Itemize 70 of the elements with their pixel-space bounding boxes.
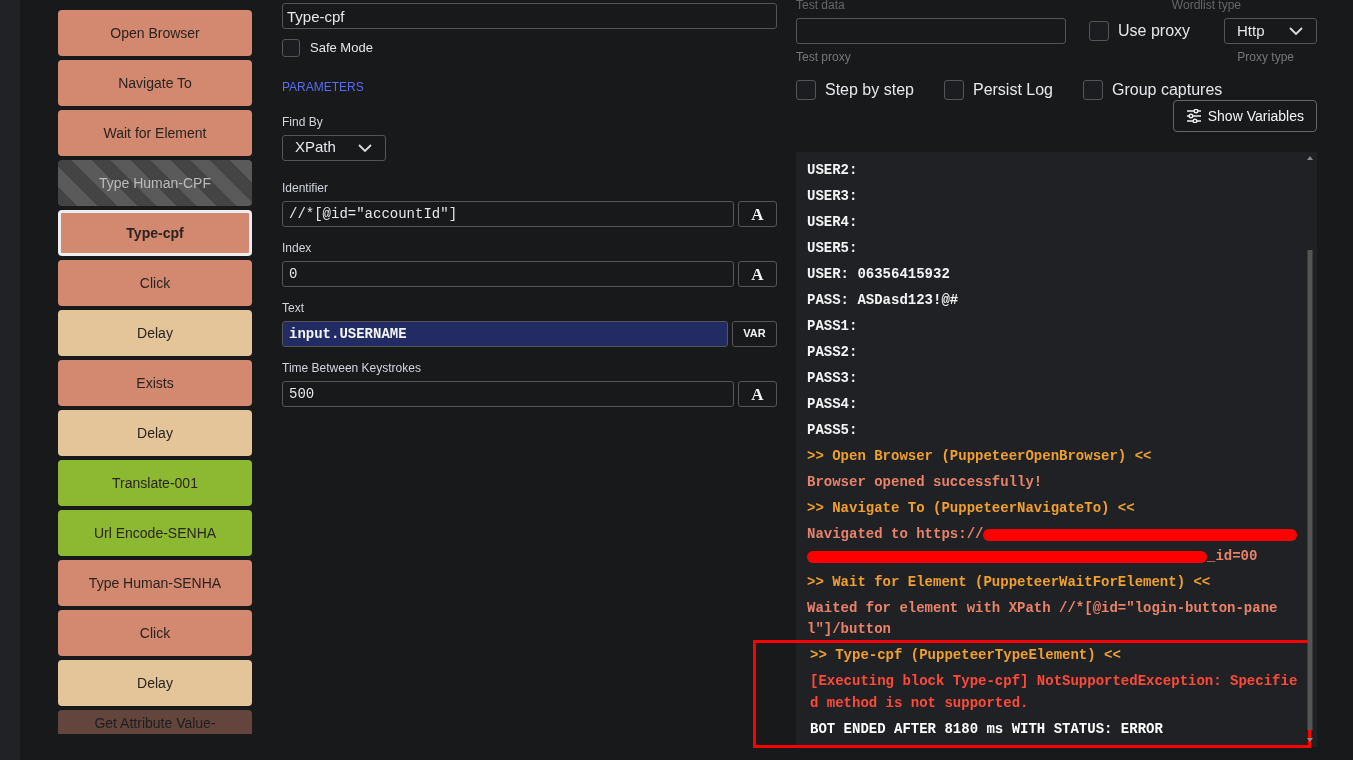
log-line: >> Open Browser (PuppeteerOpenBrowser) << — [807, 447, 1153, 467]
field-label: Identifier — [282, 179, 329, 197]
block-item[interactable]: Navigate To — [58, 60, 252, 106]
mode-toggle-button[interactable]: A — [738, 200, 777, 227]
find-by-dropdown[interactable]: XPath — [282, 134, 386, 161]
log-line: Waited for element with XPath //*[@id="login-button-panel"]/button — [807, 598, 1279, 640]
block-item[interactable]: Type-cpf — [58, 210, 252, 256]
sliders-icon — [1185, 109, 1202, 123]
log-line: PASS: ASDasd123!@# — [807, 291, 960, 311]
log-line: Navigated to https:// — [807, 525, 984, 545]
checkbox-label: Step by step — [825, 80, 914, 100]
test-data-field[interactable] — [796, 18, 1066, 44]
mode-toggle-button[interactable]: A — [738, 380, 777, 407]
block-item[interactable]: Open Browser — [58, 10, 252, 56]
checkbox[interactable] — [1089, 21, 1109, 41]
checkbox[interactable] — [282, 38, 300, 57]
log-line: PASS5: — [807, 421, 859, 441]
field-label: Wordlist type — [1171, 0, 1241, 10]
block-name-field[interactable]: Type-cpf — [282, 3, 777, 29]
log-line: PASS4: — [807, 395, 859, 415]
log-line: >> Wait for Element (PuppeteerWaitForElement) << — [807, 572, 1212, 592]
chevron-down-icon — [1288, 26, 1304, 36]
block-item[interactable]: Wait for Element — [58, 110, 252, 156]
mode-toggle-button[interactable]: A — [738, 260, 777, 287]
log-line: USER4: — [807, 213, 859, 233]
block-item[interactable]: Delay — [58, 660, 252, 706]
log-line: USER: 06356415932 — [807, 265, 951, 285]
block-item[interactable]: Delay — [58, 310, 252, 356]
section-heading: PARAMETERS — [282, 78, 364, 96]
log-line: _id=00 — [1207, 546, 1258, 566]
checkbox-label: Persist Log — [972, 80, 1053, 100]
log-line: PASS1: — [807, 317, 859, 337]
parameter-field[interactable]: 500 — [282, 380, 734, 407]
log-line: >> Type-cpf (PuppeteerTypeElement) << — [810, 646, 1122, 666]
chevron-down-icon — [357, 142, 373, 153]
log-line: >> Navigate To (PuppeteerNavigateTo) << — [807, 499, 1136, 519]
log-line: BOT ENDED AFTER 8180 ms WITH STATUS: ERROR — [810, 719, 1164, 739]
proxy-type-dropdown[interactable]: Http — [1224, 18, 1317, 44]
field-label: Proxy type — [1237, 49, 1294, 66]
checkbox-label: Use proxy — [1118, 21, 1191, 41]
log-line: PASS2: — [807, 343, 859, 363]
checkbox-label: Safe Mode — [310, 39, 373, 57]
block-item[interactable]: Delay — [58, 410, 252, 456]
block-item[interactable]: Url Encode-SENHA — [58, 510, 252, 556]
log-line: PASS3: — [807, 369, 859, 389]
log-line: USER5: — [807, 239, 859, 259]
parameter-field[interactable]: 0 — [282, 260, 734, 287]
field-label: Index — [282, 239, 312, 257]
log-line: [Executing block Type-cpf] NotSupportedException: Specified method is not supported. — [810, 672, 1299, 713]
checkbox[interactable] — [1083, 80, 1103, 100]
parameter-field[interactable]: //*[@id="accountId"] — [282, 200, 734, 227]
block-item[interactable]: Click — [58, 260, 252, 306]
block-item[interactable]: Type Human-SENHA — [58, 560, 252, 606]
log-line: USER2: — [807, 161, 859, 181]
block-item[interactable]: Click — [58, 610, 252, 656]
field-label: Test proxy — [796, 49, 851, 66]
field-label: Test data — [796, 0, 845, 10]
field-label: Find By — [282, 113, 323, 131]
block-item[interactable]: Exists — [58, 360, 252, 406]
block-item[interactable]: Translate-001 — [58, 460, 252, 506]
field-label: Text — [282, 299, 304, 317]
checkbox[interactable] — [943, 80, 964, 100]
parameter-field[interactable]: input.USERNAME — [282, 320, 728, 347]
field-label: Time Between Keystrokes — [282, 359, 421, 377]
checkbox[interactable] — [796, 80, 816, 100]
checkbox-label: Group captures — [1112, 80, 1223, 100]
log-line: Browser opened successfully! — [807, 473, 1044, 493]
show-variables-button[interactable]: Show Variables — [1172, 100, 1317, 132]
mode-toggle-button[interactable]: VAR — [732, 320, 777, 347]
log-line: USER3: — [807, 187, 859, 207]
